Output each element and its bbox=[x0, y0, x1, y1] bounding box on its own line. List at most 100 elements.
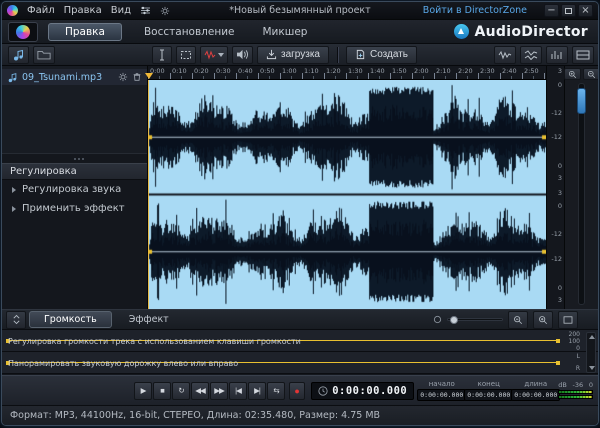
ruler-label: 1:10 bbox=[304, 67, 319, 75]
fast-forward-button[interactable]: ▶▶ bbox=[210, 382, 228, 400]
directorzone-signin-link[interactable]: Войти в DirectorZone bbox=[423, 5, 527, 16]
create-button[interactable]: Создать bbox=[346, 46, 417, 64]
ruler-label: 2:10 bbox=[436, 67, 451, 75]
level-meter: dB -36 0 bbox=[558, 382, 593, 399]
view-waveform-button[interactable] bbox=[494, 46, 516, 64]
sidebar-item-adjust-volume[interactable]: Регулировка звука bbox=[2, 180, 147, 199]
marker-tool-dropdown[interactable] bbox=[200, 46, 228, 64]
end-field-label: конец bbox=[478, 380, 500, 388]
automation-panel: Громкость Эффект Регулировка громкости т… bbox=[2, 309, 598, 375]
directorzone-upload-icon[interactable] bbox=[454, 24, 469, 39]
ruler-label: 0:00 bbox=[150, 67, 165, 75]
view-options-icon[interactable] bbox=[140, 6, 151, 15]
volume-automation-lane[interactable]: Регулировка громкости трека с использова… bbox=[2, 330, 598, 352]
rewind-button[interactable]: ◀◀ bbox=[191, 382, 209, 400]
library-toolbar bbox=[2, 46, 148, 64]
meter-unit-label: dB bbox=[558, 382, 567, 389]
vertical-scrollbar-handle[interactable] bbox=[577, 88, 586, 114]
adjust-panel-header: Регулировка bbox=[2, 163, 147, 180]
collapse-panel-button[interactable] bbox=[6, 311, 26, 329]
zoom-fit-button[interactable] bbox=[558, 311, 578, 329]
view-split-button[interactable] bbox=[572, 46, 594, 64]
media-settings-gear-icon[interactable] bbox=[118, 72, 128, 82]
brand: AudioDirector bbox=[454, 24, 592, 40]
preview-volume-button[interactable] bbox=[232, 46, 253, 64]
window-controls: − × bbox=[544, 4, 593, 17]
ruler-label: 0:30 bbox=[216, 67, 231, 75]
music-note-icon bbox=[7, 72, 18, 83]
menu-file[interactable]: Файл bbox=[27, 5, 55, 16]
tab-edit[interactable]: Правка bbox=[48, 23, 122, 41]
timeline-ruler[interactable]: 0:000:100:200:300:400:501:001:101:201:30… bbox=[148, 66, 546, 80]
length-field-value[interactable]: 0:00:00.000 bbox=[511, 389, 560, 401]
go-to-end-button[interactable]: ▶| bbox=[248, 382, 266, 400]
media-delete-trash-icon[interactable] bbox=[132, 72, 142, 82]
meter-bar-left bbox=[558, 390, 593, 394]
scroll-down-icon[interactable] bbox=[589, 366, 595, 370]
media-item[interactable]: 09_Tsunami.mp3 bbox=[2, 69, 147, 85]
settings-gear-icon[interactable] bbox=[160, 6, 170, 16]
lane-scale-label: 200 bbox=[569, 331, 580, 338]
toolbar-separator bbox=[337, 47, 338, 63]
vertical-zoom-in-button[interactable] bbox=[564, 68, 581, 80]
db-scale-label: 3 bbox=[558, 190, 562, 196]
loop-button[interactable]: ↻ bbox=[172, 382, 190, 400]
menu-view[interactable]: Вид bbox=[111, 5, 131, 16]
import-folder-button[interactable] bbox=[33, 46, 55, 64]
play-button[interactable]: ▶ bbox=[134, 382, 152, 400]
import-audio-button[interactable] bbox=[8, 46, 29, 64]
vertical-scrollbar[interactable] bbox=[578, 83, 585, 305]
waveform-canvas[interactable] bbox=[148, 80, 546, 309]
app-window: Файл Правка Вид *Новый безымянный проект… bbox=[1, 1, 599, 426]
mode-tab-bar: Правка Восстановление Микшер AudioDirect… bbox=[2, 20, 598, 44]
tab-volume[interactable]: Громкость bbox=[29, 311, 112, 328]
db-scale-label: -12 bbox=[551, 110, 562, 116]
tab-effect[interactable]: Эффект bbox=[115, 312, 183, 327]
panel-splitter[interactable] bbox=[2, 154, 147, 163]
pan-lane-scale: LR bbox=[564, 353, 582, 372]
playhead-line[interactable] bbox=[148, 80, 149, 309]
tab-restore[interactable]: Восстановление bbox=[130, 23, 249, 41]
minimize-button[interactable]: − bbox=[544, 4, 559, 17]
splitter-grip-icon bbox=[74, 158, 76, 160]
clock-icon bbox=[318, 386, 328, 396]
volume-lane-label: Регулировка громкости трека с использова… bbox=[8, 337, 301, 346]
transport-bar: ▶■↻◀◀▶▶|◀▶|⇆ ● 0:00:00.000 начало0:00:00… bbox=[2, 375, 598, 405]
view-dual-waveform-button[interactable] bbox=[520, 46, 542, 64]
ruler-label: 2:20 bbox=[458, 67, 473, 75]
go-to-start-button[interactable]: |◀ bbox=[229, 382, 247, 400]
zoom-out-button[interactable] bbox=[508, 311, 528, 329]
end-field-value[interactable]: 0:00:00.000 bbox=[464, 389, 513, 401]
db-scale-label: -12 bbox=[551, 231, 562, 237]
db-scale-label: 0 bbox=[558, 163, 562, 169]
sidebar-item-apply-effect[interactable]: Применить эффект bbox=[2, 199, 147, 218]
menu-edit[interactable]: Правка bbox=[64, 5, 102, 16]
maximize-button[interactable] bbox=[561, 4, 576, 17]
expand-arrow-icon bbox=[12, 187, 16, 193]
scroll-up-icon[interactable] bbox=[589, 335, 595, 339]
start-field-value[interactable]: 0:00:00.000 bbox=[417, 389, 466, 401]
record-button[interactable]: ● bbox=[289, 382, 305, 400]
media-file-name: 09_Tsunami.mp3 bbox=[22, 72, 114, 83]
media-library: 09_Tsunami.mp3 bbox=[2, 66, 147, 154]
db-scale-label: -12 bbox=[551, 134, 562, 140]
view-spectral-button[interactable] bbox=[546, 46, 568, 64]
download-button[interactable]: загрузка bbox=[257, 46, 329, 64]
range-select-button[interactable] bbox=[176, 46, 196, 64]
lane-scrollbar[interactable] bbox=[586, 332, 596, 373]
ruler-label: 1:50 bbox=[392, 67, 407, 75]
lane-scale-label: L bbox=[577, 353, 580, 360]
tab-mixer[interactable]: Микшер bbox=[249, 23, 322, 41]
stop-button[interactable]: ■ bbox=[153, 382, 171, 400]
pan-automation-lane[interactable]: Панорамировать звуковую дорожку влево ил… bbox=[2, 352, 598, 374]
create-label: Создать bbox=[370, 49, 408, 60]
ab-repeat-button[interactable]: ⇆ bbox=[267, 382, 285, 400]
timeline-zoom-slider[interactable] bbox=[447, 318, 503, 321]
select-tool-button[interactable] bbox=[152, 46, 172, 64]
zoom-in-button[interactable] bbox=[533, 311, 553, 329]
sidebar-item-label: Применить эффект bbox=[22, 203, 125, 214]
close-button[interactable]: × bbox=[578, 4, 593, 17]
vertical-zoom-out-button[interactable] bbox=[583, 68, 600, 80]
volume-lane-scale: 2001000 bbox=[564, 331, 582, 350]
zoom-slider-knob[interactable] bbox=[450, 316, 458, 324]
